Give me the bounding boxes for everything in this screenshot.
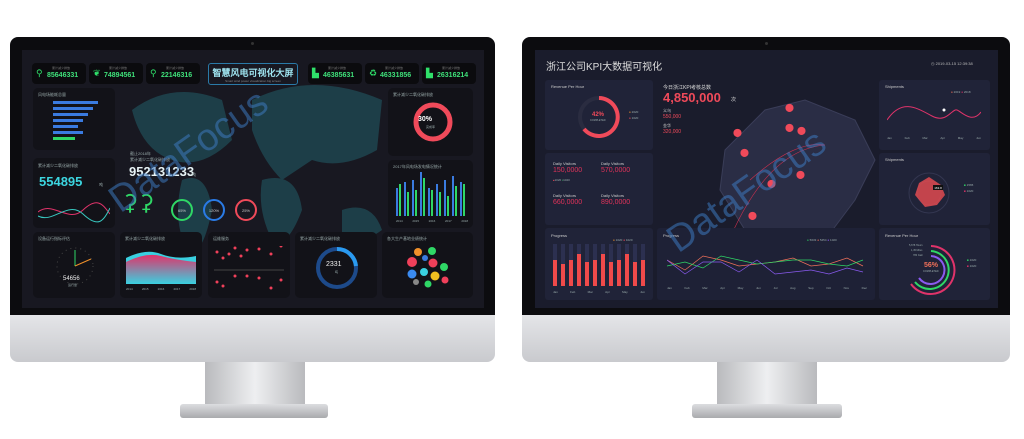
right-dashboard: 浙江公司KPI大数据可视化 ◷ 2019-03-15 12:39:38 ⬤ ⬤ ⬤ ⬤… [535,50,998,308]
progress-rings: 65% 120% 25% [171,199,257,221]
generation-bars-panel: 2017年风电场发电情况统计 2014 2015 2016 2017 2018 [388,160,473,228]
ring-label: 120% [209,208,220,213]
recycle-icon: ♻ [369,68,378,78]
bubble-panel: 各大生产基地业绩统计 [382,232,473,298]
shipments-radar-panel: Shipments 163.8 ■ 1565 ■ 1020 [879,153,990,225]
dot-chart [214,246,284,290]
factory-icon: ▙ [426,68,433,78]
progress-line-chart [667,255,864,275]
co2-line-chart [38,202,110,223]
wind-turbine-icon: ⚲ [150,68,157,78]
svg-text:⬤: ⬤ [740,148,749,157]
shipments-line-chart [887,106,981,121]
bubble-chart [407,247,449,288]
datetime: ◷ 2019-03-15 12:39:38 [931,61,973,66]
left-monitor-stand [205,362,305,406]
visitors-panel: Daily Visitors 150,0000 Daily Visitors 5… [545,153,653,225]
clock-panel: 设备运行指标评估 54656 运行量 [33,232,115,298]
total-ring-panel: 累计减少二氧化碳排放 2331 吨 [295,232,377,298]
kpi-chip: ⚲ 累计减少排放 85646331 [32,63,86,84]
svg-text:⬤: ⬤ [785,103,794,112]
right-monitor-chin [522,315,1010,362]
shipments-line-panel: Shipments ● 2019 ● 2018 Jan Feb Mar Apr May J… [879,80,990,150]
title-box: 智慧风电可视化大屏 Smart wind power visualization… [208,63,298,85]
left-monitor-base [180,404,328,418]
leaf-icon: ❦ [93,68,101,78]
progress-bars-panel: Progress ● 1020 ● 1020 Jan Feb Mar Apr May Ju… [545,228,653,300]
page-title: 浙江公司KPI大数据可视化 [546,62,663,73]
factory-icon: ▙ [312,68,319,78]
kpi-chip: ▙ 累计减少排放 26316214 [422,63,476,84]
area-chart-panel: 累计减少二氧化碳排放 2014 2015 2016 2017 2018 [120,232,202,298]
svg-text:⬤: ⬤ [733,128,742,137]
bar-chart [396,172,465,216]
revenue-panel: Revenue Per Hour 42% COMPLETED ● 2020 ● … [545,80,653,150]
kpi-chip: ⚲ 累计减少排放 22146316 [146,63,200,84]
ring-label: 25% [242,208,250,213]
area-chart [126,251,196,284]
revenue-rings-panel: Revenue Per Hour 56% COMPLETED 5,678 Hou… [879,228,990,300]
kpi-chip: ♻ 累计减少排放 46331856 [365,63,419,84]
page-title: 智慧风电可视化大屏 [212,68,294,78]
right-monitor-base [692,404,842,418]
right-camera [765,42,768,45]
left-camera [251,42,254,45]
ring-panel: 累计减少二氧化碳排放 30% 完成率 [388,88,473,156]
progress-bar-chart [553,244,645,286]
kpi-chip: ❦ 累计减少排放 74894561 [89,63,143,84]
co2-value: 554895 [39,174,83,189]
kpi-total: 4,850,000 [663,90,721,105]
left-dashboard: ⚲ 累计减少排放 85646331 ❦ 累计减少排放 74894561 ⚲ 累计减少排放 2… [22,50,484,308]
wind-turbine-icon: ⚲ [36,68,43,78]
right-monitor-stand [717,362,817,406]
radar-chart: 163.8 [908,172,950,214]
left-monitor-chin [10,315,495,362]
dot-chart-panel: 运维服务 [208,232,290,298]
kpi-chip: ▙ 累计减少排放 46385631 [308,63,362,84]
radar-tooltip: 163.8 [934,186,942,190]
svg-text:⬤: ⬤ [785,123,794,132]
total-ring [316,246,358,289]
energy-bars-panel: 风电场能耗总量 [33,88,115,150]
co2-panel: 累计减少二氧化碳排放 554895 吨 [33,158,115,228]
ring-label: 65% [178,208,186,213]
